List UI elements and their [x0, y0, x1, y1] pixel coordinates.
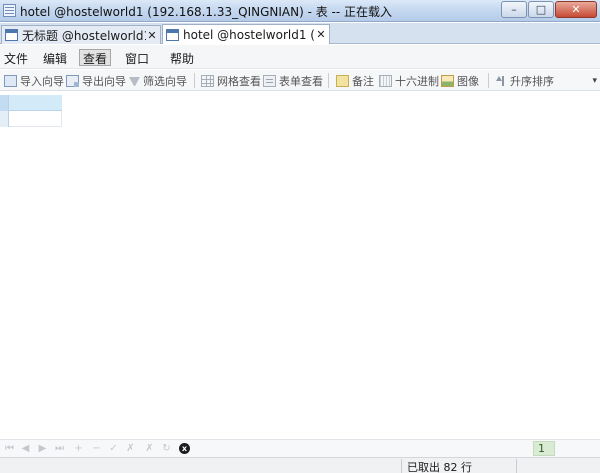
toolbar-separator	[194, 73, 195, 88]
grid-view-label: 网格查看	[217, 74, 261, 88]
stop-loading-icon[interactable]: x	[179, 443, 190, 454]
first-record-icon[interactable]: ⏮	[3, 443, 16, 455]
record-navigator: ⏮ ◀ ▶ ⏭ + − ✓ ✗ ✗ ↻ x 1	[0, 439, 600, 457]
menu-help[interactable]: 帮助	[166, 49, 198, 66]
import-wizard-label: 导入向导	[20, 74, 64, 88]
row-selector[interactable]	[0, 111, 9, 127]
grid-view-button[interactable]: 网格查看	[201, 72, 261, 89]
data-grid[interactable]	[0, 92, 600, 439]
sort-ascending-button[interactable]: 升序排序	[495, 72, 554, 89]
memo-icon	[336, 74, 349, 87]
status-divider	[401, 459, 402, 473]
menu-file[interactable]: 文件	[0, 49, 32, 66]
grid-icon	[201, 74, 214, 87]
grid-cell[interactable]	[9, 95, 62, 110]
delete-record-icon[interactable]: −	[90, 443, 103, 455]
menu-window[interactable]: 窗口	[121, 49, 153, 66]
query-icon	[5, 29, 18, 41]
tab-close-button[interactable]: ✕	[315, 28, 327, 41]
table-icon	[166, 28, 179, 41]
status-bar: 已取出 82 行	[0, 457, 600, 473]
minimize-button[interactable]: –	[501, 1, 527, 18]
tab-label: hotel @hostelworld1 (19...	[183, 27, 315, 42]
discard-icon[interactable]: ✗	[143, 443, 156, 455]
memo-label: 备注	[352, 74, 374, 88]
toolbar-overflow-chevron-icon[interactable]: ▾	[592, 76, 597, 86]
window-controls: – □ ✕	[500, 1, 597, 18]
menu-edit[interactable]: 编辑	[39, 49, 71, 66]
filter-wizard-label: 筛选向导	[143, 74, 187, 88]
image-label: 图像	[457, 74, 479, 88]
tab-untitled-query[interactable]: 无标题 @hostelworld1 (... ✕	[1, 25, 161, 44]
memo-button[interactable]: 备注	[336, 72, 374, 89]
tab-close-button[interactable]: ✕	[146, 29, 158, 42]
next-record-icon[interactable]: ▶	[36, 443, 49, 455]
tab-hotel-table[interactable]: hotel @hostelworld1 (19... ✕	[162, 24, 330, 44]
image-button[interactable]: 图像	[441, 72, 479, 89]
form-view-label: 表单查看	[279, 74, 323, 88]
tab-bar: 无标题 @hostelworld1 (... ✕ hotel @hostelwo…	[0, 23, 600, 44]
tab-label: 无标题 @hostelworld1 (...	[22, 28, 146, 43]
hex-button[interactable]: 十六进制	[379, 72, 439, 89]
last-record-icon[interactable]: ⏭	[53, 443, 66, 455]
import-icon	[4, 74, 17, 87]
apply-changes-icon[interactable]: ✓	[107, 443, 120, 455]
toolbar: 导入向导 导出向导 筛选向导 网格查看 表单查看 备注 十六进制 图像 升序排序…	[0, 70, 600, 91]
close-window-button[interactable]: ✕	[555, 1, 597, 18]
table-row[interactable]	[0, 95, 62, 111]
table-window-icon	[3, 4, 16, 17]
hex-label: 十六进制	[395, 74, 439, 88]
hex-icon	[379, 74, 392, 87]
export-wizard-button[interactable]: 导出向导	[66, 72, 126, 89]
page-number[interactable]: 1	[533, 441, 555, 456]
toolbar-separator	[488, 73, 489, 88]
status-divider	[516, 459, 517, 473]
toolbar-separator	[328, 73, 329, 88]
table-row[interactable]	[0, 111, 62, 127]
refresh-icon[interactable]: ↻	[160, 443, 173, 455]
image-icon	[441, 74, 454, 87]
menu-view[interactable]: 查看	[79, 49, 112, 66]
form-icon	[263, 74, 276, 87]
export-icon	[66, 74, 79, 87]
row-selector[interactable]	[0, 95, 9, 111]
grid-cell[interactable]	[9, 111, 61, 126]
rows-fetched-status: 已取出 82 行	[407, 461, 472, 473]
cancel-changes-icon[interactable]: ✗	[124, 443, 137, 455]
add-record-icon[interactable]: +	[72, 443, 85, 455]
title-bar: hotel @hostelworld1 (192.168.1.33_QINGNI…	[0, 0, 600, 22]
filter-icon	[129, 77, 140, 86]
menu-bar: 文件 编辑 查看 窗口 帮助	[0, 45, 600, 69]
import-wizard-button[interactable]: 导入向导	[4, 72, 64, 89]
sort-ascending-label: 升序排序	[510, 74, 554, 88]
form-view-button[interactable]: 表单查看	[263, 72, 323, 89]
export-wizard-label: 导出向导	[82, 74, 126, 88]
sort-ascending-icon	[495, 75, 507, 87]
filter-wizard-button[interactable]: 筛选向导	[129, 72, 187, 89]
maximize-button[interactable]: □	[528, 1, 554, 18]
window-title: hotel @hostelworld1 (192.168.1.33_QINGNI…	[20, 5, 393, 19]
prev-record-icon[interactable]: ◀	[19, 443, 32, 455]
